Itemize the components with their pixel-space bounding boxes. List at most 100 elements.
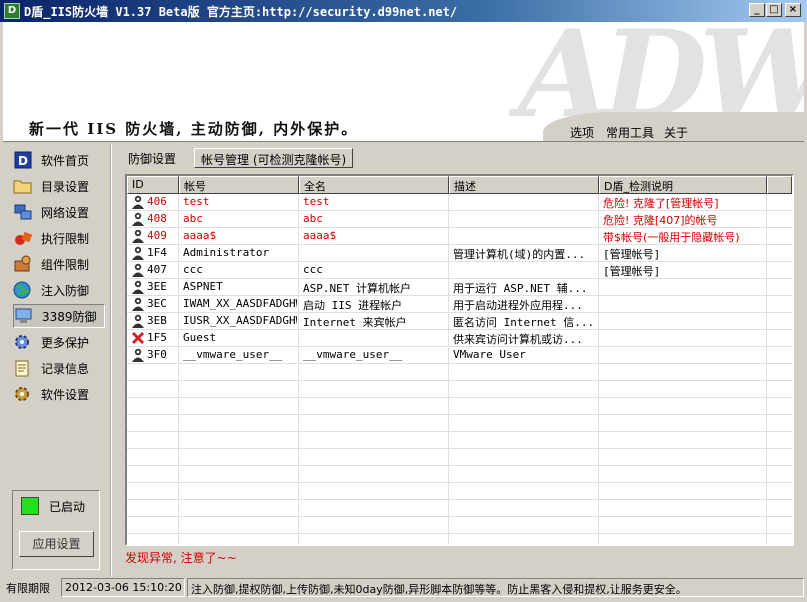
cell-account: __vmware_user__ xyxy=(183,348,283,361)
column-header-description[interactable]: 描述 xyxy=(449,176,599,194)
status-bar: 有限期限 2012-03-06 15:10:20 注入防御,提权防御,上传防御,… xyxy=(0,577,807,598)
maximize-button[interactable]: □ xyxy=(766,3,782,17)
cell-desc: 供来宾访问计算机或访... xyxy=(453,333,583,346)
table-row[interactable]: 3F0 __vmware_user__ __vmware_user__ VMware … xyxy=(127,347,792,364)
column-header-detection-note[interactable]: D盾_检测说明 xyxy=(599,176,767,194)
datetime-field: 2012-03-06 15:10:20 xyxy=(61,578,185,597)
cell-id: 409 xyxy=(147,229,167,242)
cell-fullname: aaaa$ xyxy=(303,229,337,242)
tab-defense-settings[interactable]: 防御设置 xyxy=(122,148,182,168)
column-header-id[interactable]: ID xyxy=(127,176,179,194)
user-icon xyxy=(131,246,145,260)
empty-row xyxy=(127,415,792,432)
menu-common-tools[interactable]: 常用工具 xyxy=(606,124,654,141)
cell-account: abc xyxy=(183,212,203,225)
sidebar-item-label: 3389防御 xyxy=(42,309,97,324)
table-row[interactable]: 1F4 Administrator 管理计算机(域)的内置... [管理帐号] xyxy=(127,245,792,262)
cell-id: 1F5 xyxy=(147,331,167,344)
user-icon xyxy=(131,348,145,362)
cell-note: 带$帐号(一般用于隐藏帐号) xyxy=(603,231,740,244)
empty-row xyxy=(127,483,792,500)
table-row[interactable]: 3EE ASPNET ASP.NET 计算机帐户 用于运行 ASP.NET 辅... xyxy=(127,279,792,296)
cell-id: 406 xyxy=(147,195,167,208)
sidebar-item-component-limit[interactable]: 组件限制 xyxy=(13,252,105,276)
sidebar-item-home[interactable]: D 软件首页 xyxy=(13,148,105,172)
sidebar-item-label: 记录信息 xyxy=(41,361,90,376)
table-row[interactable]: 406 test test 危险! 克隆了[管理帐号] xyxy=(127,194,792,211)
accounts-list[interactable]: ID 帐号 全名 描述 D盾_检测说明 406 test test 危险! 克隆了[管… xyxy=(125,174,794,546)
cell-account: ccc xyxy=(183,263,203,276)
cell-fullname: test xyxy=(303,195,330,208)
sidebar-item-label: 目录设置 xyxy=(41,179,90,194)
sidebar-item-log-info[interactable]: 记录信息 xyxy=(13,356,105,380)
table-row[interactable]: 407 ccc ccc [管理帐号] xyxy=(127,262,792,279)
cell-fullname: Internet 来宾帐户 xyxy=(303,316,407,329)
sidebar-item-exec-limit[interactable]: 执行限制 xyxy=(13,226,105,250)
apply-settings-button[interactable]: 应用设置 xyxy=(19,531,94,557)
folder-icon xyxy=(13,176,33,196)
sidebar-item-3389-defense[interactable]: 3389防御 xyxy=(13,304,105,328)
sidebar-item-label: 软件首页 xyxy=(41,153,90,168)
menu-options[interactable]: 选项 xyxy=(570,124,594,141)
user-icon xyxy=(131,314,145,328)
log-icon xyxy=(13,358,33,378)
banner-slogan: 新一代 IIS 防火墙, 主动防御, 内外保护。 xyxy=(29,120,359,138)
status-indicator-led xyxy=(21,497,39,515)
sidebar-item-software-settings[interactable]: 软件设置 xyxy=(13,382,105,406)
table-row[interactable]: 3EB IUSR_XX_AASDFADGHW Internet 来宾帐户 匿名访问 I… xyxy=(127,313,792,330)
menu-about[interactable]: 关于 xyxy=(664,124,688,141)
sidebar-item-network[interactable]: 网络设置 xyxy=(13,200,105,224)
cell-desc: 用于启动进程外应用程... xyxy=(453,299,583,312)
cell-id: 3EE xyxy=(147,280,167,293)
sidebar: D 软件首页 目录设置 网络设置 执行限制 组件限制 注入防御 3389防御 更… xyxy=(5,144,112,576)
service-status-panel: 已启动 应用设置 xyxy=(12,490,100,570)
cell-note: [管理帐号] xyxy=(603,248,661,261)
sidebar-item-directory[interactable]: 目录设置 xyxy=(13,174,105,198)
app-icon: D xyxy=(4,3,20,19)
user-icon xyxy=(131,263,145,277)
cell-account: aaaa$ xyxy=(183,229,217,242)
tab-account-management[interactable]: 帐号管理 (可检测克隆帐号) xyxy=(194,148,354,168)
user-icon xyxy=(131,280,145,294)
empty-row xyxy=(127,466,792,483)
empty-row xyxy=(127,534,792,544)
sidebar-item-label: 注入防御 xyxy=(41,283,90,298)
sidebar-item-more-protection[interactable]: 更多保护 xyxy=(13,330,105,354)
cell-id: 407 xyxy=(147,263,167,276)
cell-note: 危险! 克隆了[管理帐号] xyxy=(603,197,719,210)
table-row[interactable]: 3EC IWAM_XX_AASDFADGHW 启动 IIS 进程帐户 用于启动进程外应… xyxy=(127,296,792,313)
column-header-filler xyxy=(767,176,792,194)
table-row[interactable]: 1F5 Guest 供来宾访问计算机或访... xyxy=(127,330,792,347)
cell-fullname: abc xyxy=(303,212,323,225)
cell-account: IUSR_XX_AASDFADGHW xyxy=(183,314,297,327)
cell-desc: VMware User xyxy=(453,348,526,361)
cell-id: 3F0 xyxy=(147,348,167,361)
cell-account: IWAM_XX_AASDFADGHW xyxy=(183,297,297,310)
cell-desc: 用于运行 ASP.NET 辅... xyxy=(453,282,588,295)
sidebar-item-label: 软件设置 xyxy=(41,387,90,402)
cell-id: 3EC xyxy=(147,297,167,310)
globe-icon xyxy=(13,280,33,300)
cell-id: 3EB xyxy=(147,314,167,327)
table-row[interactable]: 408 abc abc 危险! 克隆[407]的帐号 xyxy=(127,211,792,228)
minimize-button[interactable]: _ xyxy=(749,3,765,17)
column-header-account[interactable]: 帐号 xyxy=(179,176,299,194)
cell-desc: 匿名访问 Internet 信... xyxy=(453,316,595,329)
d-logo-icon: D xyxy=(13,150,33,170)
empty-row xyxy=(127,500,792,517)
empty-row xyxy=(127,449,792,466)
user-icon xyxy=(131,212,145,226)
cell-fullname: 启动 IIS 进程帐户 xyxy=(303,299,403,312)
status-label: 已启动 xyxy=(49,500,86,514)
column-header-fullname[interactable]: 全名 xyxy=(299,176,449,194)
close-button[interactable]: × xyxy=(785,3,801,17)
sidebar-item-injection-defense[interactable]: 注入防御 xyxy=(13,278,105,302)
cell-fullname: ccc xyxy=(303,263,323,276)
empty-row xyxy=(127,432,792,449)
sidebar-item-label: 更多保护 xyxy=(41,335,90,350)
cell-id: 1F4 xyxy=(147,246,167,259)
banner: ADW 新一代 IIS 防火墙, 主动防御, 内外保护。 选项 常用工具 关于 xyxy=(3,22,804,142)
window-title: D盾_IIS防火墙 V1.37 Beta版 官方主页:http://securi… xyxy=(24,5,458,19)
table-row[interactable]: 409 aaaa$ aaaa$ 带$帐号(一般用于隐藏帐号) xyxy=(127,228,792,245)
status-message: 注入防御,提权防御,上传防御,未知0day防御,异形脚本防御等等。防止黑客入侵和… xyxy=(187,578,804,597)
